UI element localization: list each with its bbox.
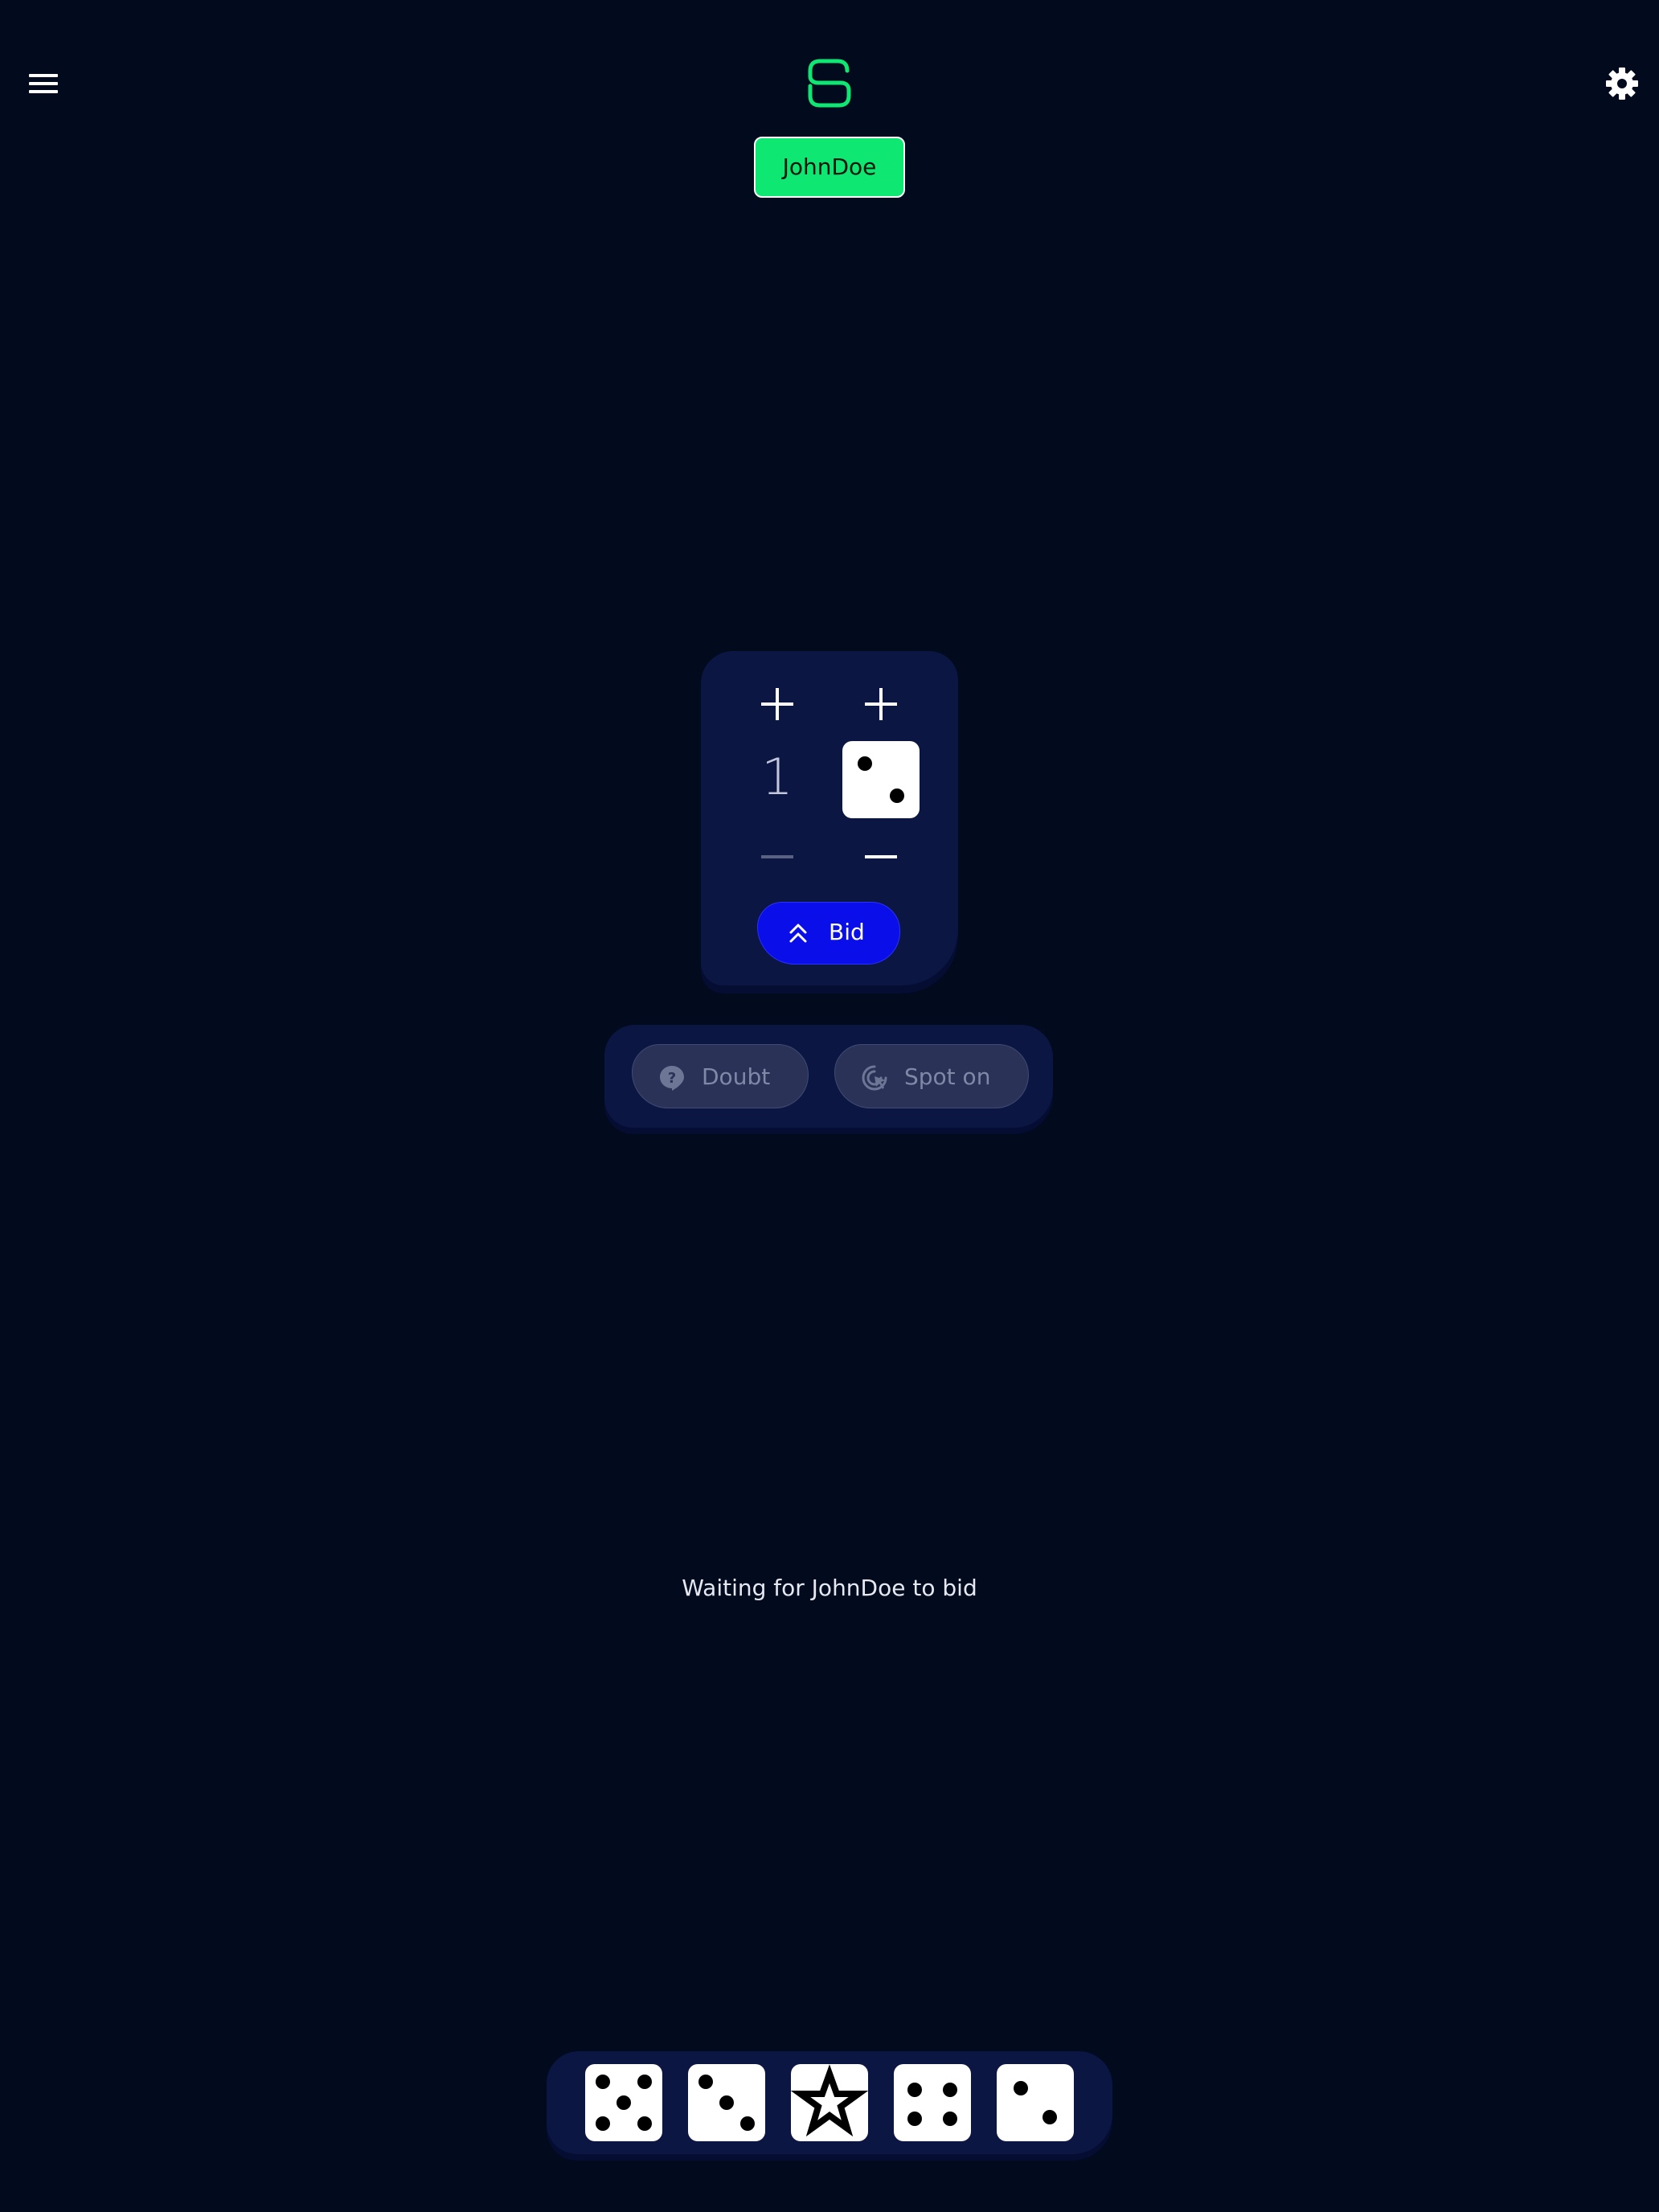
challenge-panel: ? Doubt Spot on [604, 1025, 1053, 1128]
die-face-five-icon [596, 2075, 652, 2131]
double-chevron-up-icon [787, 920, 809, 946]
app-logo-icon [808, 59, 851, 108]
menu-button[interactable] [27, 68, 63, 100]
minus-icon [761, 855, 793, 858]
hand-die [894, 2064, 971, 2141]
decrease-face-button[interactable] [857, 833, 905, 881]
gear-icon [1606, 68, 1638, 100]
hand-die [585, 2064, 662, 2141]
minus-icon [865, 855, 897, 858]
spot-on-button-label: Spot on [904, 1063, 991, 1090]
die-face-three-icon [858, 756, 904, 803]
bid-quantity-value: 1 [761, 748, 793, 806]
die-face-three-icon [698, 2075, 755, 2131]
svg-text:?: ? [668, 1070, 676, 1087]
increase-quantity-button[interactable] [753, 680, 801, 728]
player-hand-tray [547, 2051, 1112, 2154]
bid-button[interactable]: Bid [757, 902, 900, 965]
hand-die [997, 2064, 1074, 2141]
plus-icon [865, 688, 897, 720]
target-cursor-icon [861, 1064, 888, 1092]
hand-die [791, 2064, 868, 2141]
die-face-four-icon [907, 2083, 957, 2126]
hamburger-menu-icon [29, 74, 58, 93]
bid-button-label: Bid [829, 919, 865, 945]
settings-button[interactable] [1604, 66, 1640, 101]
question-bubble-icon: ? [658, 1064, 686, 1092]
player-name-badge: JohnDoe [754, 137, 905, 198]
plus-icon [761, 688, 793, 720]
bid-panel: 1 Bid [701, 651, 958, 985]
die-face-star-icon [791, 2064, 868, 2137]
doubt-button[interactable]: ? Doubt [632, 1044, 809, 1108]
increase-face-button[interactable] [857, 680, 905, 728]
bid-face-die [842, 741, 920, 818]
spot-on-button[interactable]: Spot on [834, 1044, 1029, 1108]
turn-status-message: Waiting for JohnDoe to bid [682, 1575, 977, 1601]
app-logo [804, 56, 855, 109]
doubt-button-label: Doubt [702, 1063, 771, 1090]
decrease-quantity-button[interactable] [753, 833, 801, 881]
die-face-two-icon [1014, 2081, 1057, 2124]
hand-die [688, 2064, 765, 2141]
